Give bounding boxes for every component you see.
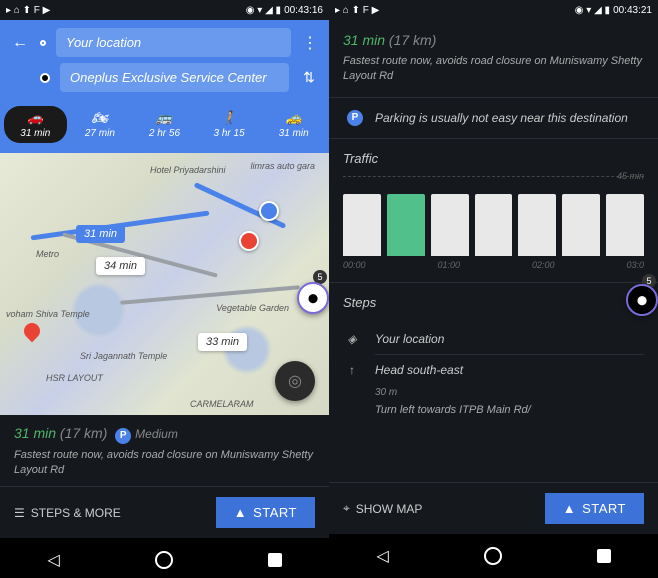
destination-pin	[21, 320, 44, 343]
start-button[interactable]: ▲START	[216, 497, 315, 528]
taxi-icon: 🚕	[286, 110, 302, 126]
github-overlay-icon[interactable]: ⬤	[297, 282, 329, 314]
overview-sheet[interactable]: 31 min (17 km) Fastest route now, avoids…	[329, 20, 658, 534]
step-next: Turn left towards ITPB Main Rd/	[375, 404, 644, 416]
origin-input[interactable]: Your location	[56, 28, 291, 57]
map-icon: ⌖	[343, 501, 350, 516]
traffic-bar-current	[387, 194, 425, 256]
list-icon: ☰	[14, 506, 25, 520]
arrow-up-icon: ↑	[343, 363, 361, 377]
map-poi-label: Hotel Priyadarshini	[150, 165, 226, 175]
statusbar-right: ◉ ▾ ◢ ▮00:43:21	[575, 5, 652, 16]
parking-message: Parking is usually not easy near this de…	[375, 111, 628, 125]
nav-home[interactable]	[155, 551, 173, 569]
statusbar-left: ▸ ⌂ ⬆ F ▶	[335, 5, 379, 16]
map-poi-label: Metro	[36, 249, 59, 259]
swap-button[interactable]: ⇅	[299, 69, 319, 86]
travel-modes: 🚗31 min 🏍27 min 🚌2 hr 56 🚶3 hr 15 🚕31 mi…	[0, 100, 329, 153]
step-item[interactable]: ↑ Head south-east	[343, 355, 644, 385]
alt-route-1-label: 34 min	[96, 257, 145, 275]
car-icon: 🚗	[27, 110, 43, 126]
mode-drive[interactable]: 🚗31 min	[4, 106, 67, 143]
overflow-menu[interactable]: ⋮	[301, 33, 319, 53]
parking-row: P Parking is usually not easy near this …	[329, 97, 658, 139]
destination-pin-icon	[40, 73, 50, 83]
route-distance: (17 km)	[389, 32, 436, 48]
parking-icon: P	[115, 428, 131, 444]
traffic-title: Traffic	[343, 151, 644, 166]
map-poi-label: HSR LAYOUT	[46, 373, 103, 383]
start-button[interactable]: ▲START	[545, 493, 644, 524]
nav-back[interactable]: ◁	[376, 546, 388, 566]
back-button[interactable]: ←	[10, 34, 30, 52]
origin-dot-icon	[40, 40, 46, 46]
closure-marker	[239, 231, 259, 251]
phone-right: ▸ ⌂ ⬆ F ▶ ◉ ▾ ◢ ▮00:43:21 31 min (17 km)…	[329, 0, 658, 578]
step-text: Your location	[375, 332, 444, 346]
steps-title: Steps	[343, 295, 644, 310]
nav-arrow-icon: ▲	[563, 501, 576, 516]
traffic-bar	[343, 194, 381, 256]
walk-icon: 🚶	[221, 110, 237, 126]
traffic-bar	[475, 194, 513, 256]
map-poi-label: Sri Jagannath Temple	[80, 351, 167, 361]
traffic-bar	[518, 194, 556, 256]
step-item[interactable]: ◈ Your location	[343, 324, 644, 354]
statusbar-right: ◉ ▾ ◢ ▮00:43:16	[246, 5, 323, 16]
motorcycle-icon: 🏍	[92, 110, 109, 126]
parking-icon: P	[347, 110, 363, 126]
map-poi-label: Vegetable Garden	[216, 303, 289, 313]
directions-header: ← Your location ⋮ Oneplus Exclusive Serv…	[0, 20, 329, 100]
nav-recents[interactable]	[268, 553, 282, 567]
route-distance: (17 km)	[60, 425, 107, 441]
nav-arrow-icon: ▲	[234, 505, 247, 520]
step-text: Head south-east	[375, 363, 463, 377]
map-poi-label: limras auto gara	[250, 161, 315, 171]
alt-route-2-label: 33 min	[198, 333, 247, 351]
bottom-sheet: 31 min (17 km) P Medium Fastest route no…	[0, 415, 329, 538]
system-navbar: ◁	[329, 534, 658, 578]
traffic-bar	[562, 194, 600, 256]
nav-back[interactable]: ◁	[47, 550, 59, 570]
nav-recents[interactable]	[597, 549, 611, 563]
origin-marker	[259, 201, 279, 221]
steps-section: Steps ◈ Your location ↑ Head south-east …	[329, 282, 658, 434]
map-poi-label: CARMELARAM	[190, 399, 254, 409]
statusbar-left: ▸ ⌂ ⬆ F ▶	[6, 5, 50, 16]
step-distance: 30 m	[375, 387, 644, 398]
traffic-bar	[431, 194, 469, 256]
map-poi-label: voham Shiva Temple	[6, 309, 90, 319]
chart-reference: 45 min	[617, 171, 644, 181]
parking-level: Medium	[135, 427, 178, 441]
destination-input[interactable]: Oneplus Exclusive Service Center	[60, 63, 289, 92]
github-overlay-icon[interactable]: ⬤	[626, 284, 658, 316]
chart-axis: 00:0001:0002:0003:0	[343, 260, 644, 270]
phone-left: ▸ ⌂ ⬆ F ▶ ◉ ▾ ◢ ▮00:43:16 ← Your locatio…	[0, 0, 329, 578]
bus-icon: 🚌	[156, 110, 172, 126]
route-description: Fastest route now, avoids road closure o…	[343, 54, 644, 85]
mode-taxi[interactable]: 🚕31 min	[262, 106, 325, 143]
locate-button[interactable]: ◎	[275, 361, 315, 401]
system-navbar: ◁	[0, 538, 329, 578]
route-description: Fastest route now, avoids road closure o…	[14, 448, 315, 479]
show-map-button[interactable]: ⌖SHOW MAP	[343, 501, 422, 516]
traffic-chart: 45 min	[343, 176, 644, 256]
traffic-bar	[606, 194, 644, 256]
statusbar: ▸ ⌂ ⬆ F ▶ ◉ ▾ ◢ ▮00:43:16	[0, 0, 329, 20]
statusbar: ▸ ⌂ ⬆ F ▶ ◉ ▾ ◢ ▮00:43:21	[329, 0, 658, 20]
steps-and-more-button[interactable]: ☰STEPS & MORE	[14, 506, 121, 520]
traffic-section: Traffic 45 min 00:0001:0002:0003:0	[329, 139, 658, 282]
mode-transit[interactable]: 🚌2 hr 56	[133, 106, 196, 143]
mode-motorcycle[interactable]: 🏍27 min	[69, 106, 132, 143]
origin-icon: ◈	[343, 332, 361, 346]
main-route-label: 31 min	[76, 225, 125, 243]
route-summary[interactable]: 31 min (17 km) P Medium Fastest route no…	[0, 415, 329, 486]
mode-walk[interactable]: 🚶3 hr 15	[198, 106, 261, 143]
route-time: 31 min	[14, 425, 56, 441]
map-view[interactable]: 31 min 34 min 33 min Hotel Priyadarshini…	[0, 153, 329, 415]
route-time: 31 min	[343, 32, 385, 48]
nav-home[interactable]	[484, 547, 502, 565]
